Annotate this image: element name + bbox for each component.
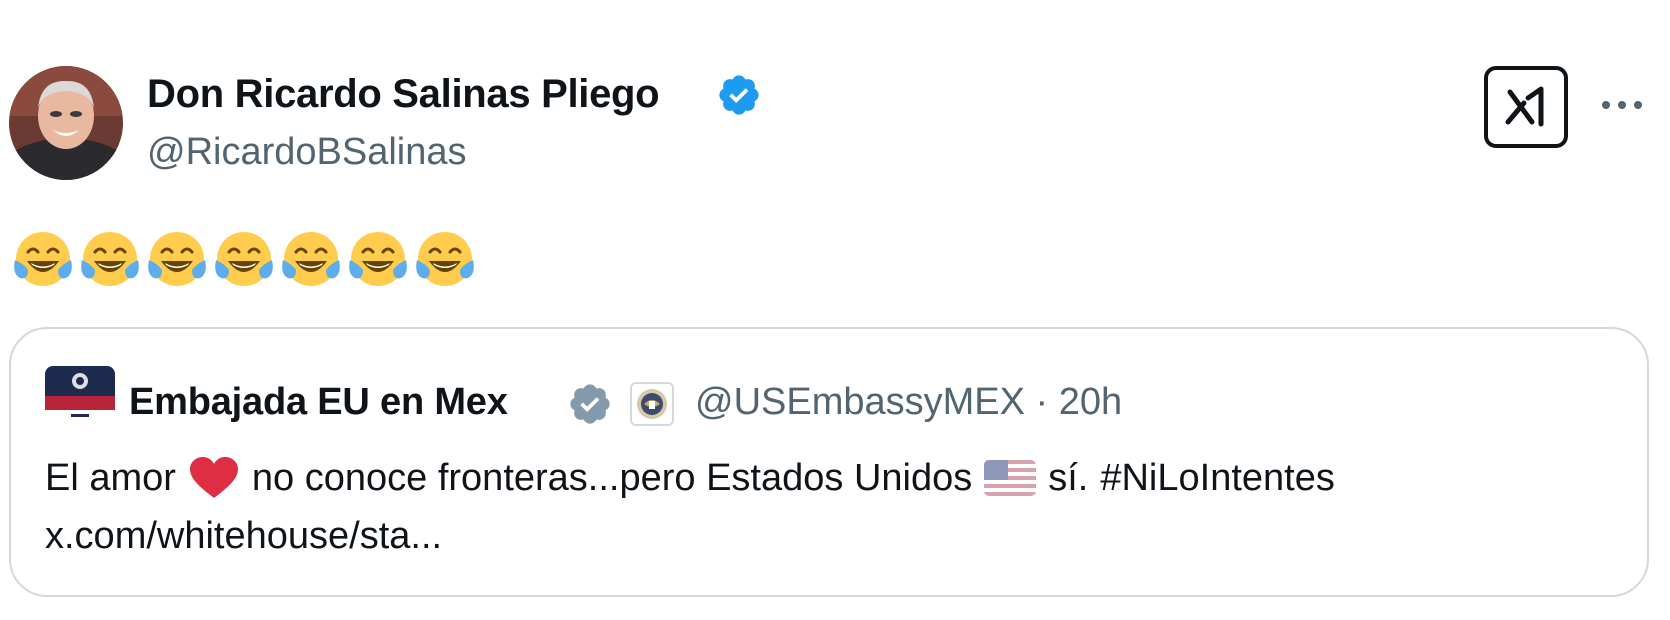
quote-author-name[interactable]: Embajada EU en Mex [129,379,508,425]
seal-icon [632,384,672,424]
tears-of-joy-emoji-icon [416,232,474,286]
author-handle[interactable]: @RicardoBSalinas [147,128,467,176]
quote-text-part2: no conoce fronteras...pero Estados Unido… [251,457,973,499]
tears-of-joy-emoji-icon [215,232,273,286]
verified-badge-icon[interactable] [716,72,762,118]
more-options-icon [1602,101,1642,109]
red-heart-icon [189,457,238,498]
avatar-photo [9,66,123,180]
quote-link-line: x.com/whitehouse/sta... [45,507,1625,565]
tweet: Don Ricardo Salinas Pliego @RicardoBSali… [0,0,1670,620]
more-options-button[interactable] [1596,90,1648,120]
quote-text-line: El amor no conoce fronteras...pero Estad… [45,449,1625,507]
us-flag-icon [984,460,1037,496]
quoted-tweet-card[interactable]: Embajada EU en Mex @USEmbassyMEX · 20h E… [9,327,1649,597]
grok-button[interactable] [1484,66,1568,148]
tears-of-joy-emoji-icon [282,232,340,286]
hashtag-link[interactable]: #NiLoIntentes [1100,449,1335,507]
quote-text-part3: sí. [1048,457,1089,499]
government-verified-badge-icon[interactable] [567,381,613,427]
tears-of-joy-emoji-icon [349,232,407,286]
tears-of-joy-emoji-icon [81,232,139,286]
quote-text-part1: El amor [45,457,176,499]
author-avatar[interactable] [9,66,123,180]
quote-body: El amor no conoce fronteras...pero Estad… [45,449,1625,565]
tears-of-joy-emoji-icon [148,232,206,286]
grok-icon [1505,86,1544,127]
quote-timestamp[interactable]: 20h [1059,381,1122,423]
embassy-logo [45,366,115,436]
author-name[interactable]: Don Ricardo Salinas Pliego [147,70,660,118]
quote-url-link[interactable]: x.com/whitehouse/sta... [45,507,442,565]
tears-of-joy-emoji-icon [14,232,72,286]
state-department-seal-icon[interactable] [630,382,674,426]
quote-author-handle[interactable]: @USEmbassyMEX [695,381,1025,423]
meta-separator: · [1035,381,1049,423]
quote-meta: @USEmbassyMEX · 20h [695,379,1122,425]
quote-author-avatar[interactable] [45,366,115,436]
tweet-text [10,226,478,292]
